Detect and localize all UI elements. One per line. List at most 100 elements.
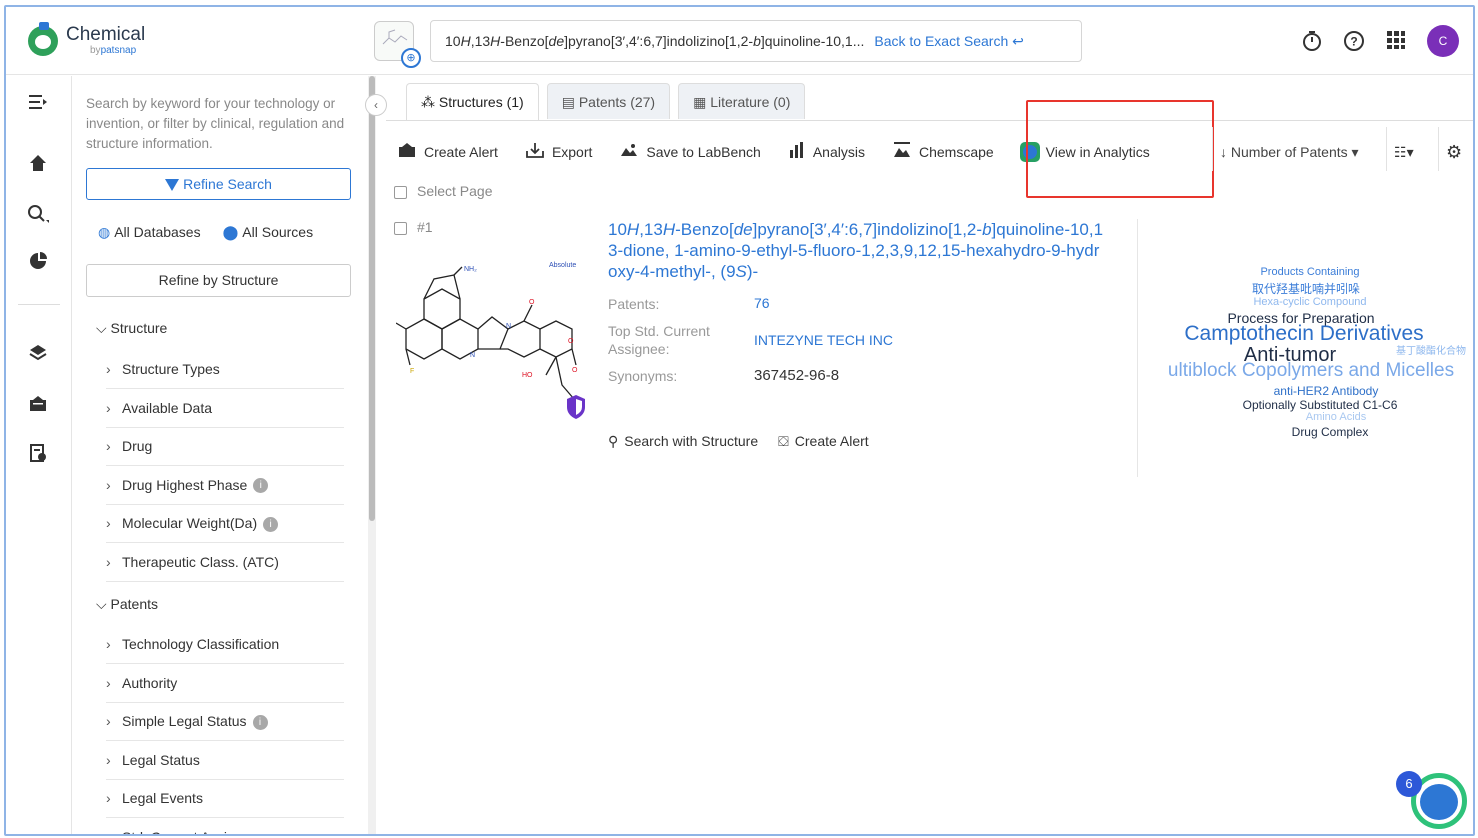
filter-item-label: Std. Current Assignee <box>122 829 258 835</box>
word-cloud-term[interactable]: Amino Acids <box>1306 412 1367 423</box>
filter-item[interactable]: › Simple Legal Status i <box>106 703 344 741</box>
section-patents[interactable]: ⌵ Patents <box>96 596 158 613</box>
word-cloud-term[interactable]: Camptothecin Derivatives <box>1184 323 1423 344</box>
expand-menu-icon[interactable] <box>26 92 50 116</box>
apps-grid-icon[interactable] <box>1385 30 1407 52</box>
all-sources-selector[interactable]: ⬤ All Sources <box>223 224 313 241</box>
globe-icon: ◍ <box>98 224 111 240</box>
settings-gear-icon[interactable]: ⚙ <box>1446 133 1462 171</box>
caret-down-icon: ▾ <box>1406 144 1414 160</box>
sort-select[interactable]: ↓ Number of Patents ▾ <box>1220 133 1359 171</box>
zoom-icon[interactable]: ⊕ <box>401 48 421 68</box>
filter-item[interactable]: › Technology Classification <box>106 626 344 664</box>
tab-patents[interactable]: ▤ Patents (27) <box>546 83 671 119</box>
layers-icon[interactable] <box>26 344 50 368</box>
search-with-structure-button[interactable]: ⚲ Search with Structure <box>608 433 758 450</box>
word-cloud-term[interactable]: Hexa-cyclic Compound <box>1253 297 1366 308</box>
search-icon: ⚲ <box>608 433 619 449</box>
assignee-link[interactable]: INTEZYNE TECH INC <box>754 332 893 348</box>
structure-thumbnail[interactable]: ⊕ <box>374 21 421 68</box>
toolbar-separator <box>1212 127 1213 171</box>
patents-icon: ▤ <box>561 94 579 110</box>
chevron-right-icon: › <box>106 751 111 768</box>
word-cloud-term[interactable]: anti-HER2 Antibody <box>1274 385 1379 397</box>
info-icon[interactable]: i <box>252 714 268 730</box>
filter-scroll-thumb[interactable] <box>369 76 375 521</box>
tab-literature[interactable]: ▦ Literature (0) <box>678 83 806 119</box>
refine-search-button[interactable]: Refine Search <box>86 168 351 200</box>
checkbox[interactable] <box>394 185 407 199</box>
word-cloud-term[interactable]: 取代羟基吡喃并吲哚 <box>1252 283 1360 295</box>
filter-item[interactable]: › Structure Types <box>106 351 344 389</box>
shield-icon[interactable] <box>567 395 585 419</box>
result-row-number[interactable]: #1 <box>394 219 433 235</box>
bar-chart-icon <box>789 142 805 162</box>
word-cloud-term[interactable]: Drug Complex <box>1292 426 1369 438</box>
export-icon <box>526 142 544 162</box>
tab-structures[interactable]: ⁂ Structures (1) <box>406 83 539 121</box>
tab-divider <box>386 120 1473 121</box>
patents-field: Patents: 76 <box>608 295 770 312</box>
alerts-icon[interactable] <box>26 394 50 418</box>
refine-by-structure-button[interactable]: Refine by Structure <box>86 264 351 297</box>
filter-item-label: Structure Types <box>122 361 220 377</box>
alert-icon: ⛋ <box>778 433 789 449</box>
toolbar-separator <box>1386 127 1387 171</box>
reports-icon[interactable] <box>26 444 50 468</box>
filter-item[interactable]: › Drug <box>106 428 344 466</box>
filter-item[interactable]: › Molecular Weight(Da) i <box>106 505 344 543</box>
filter-item[interactable]: › Therapeutic Class. (ATC) <box>106 544 344 582</box>
word-cloud-term[interactable]: Optionally Substituted C1-C6 <box>1243 399 1398 411</box>
filter-item[interactable]: › Available Data <box>106 390 344 428</box>
labbench-icon <box>620 143 638 161</box>
location-pin-icon: ⬤ <box>222 224 239 240</box>
filter-item[interactable]: › Drug Highest Phase i <box>106 467 344 505</box>
create-alert-button[interactable]: Create Alert <box>398 142 498 162</box>
select-page-checkbox[interactable]: Select Page <box>394 183 493 199</box>
section-structure[interactable]: ⌵ Structure <box>96 320 167 337</box>
info-icon[interactable]: i <box>263 516 279 532</box>
filter-item-label: Therapeutic Class. (ATC) <box>122 553 279 570</box>
save-to-labbench-button[interactable]: Save to LabBench <box>620 143 761 161</box>
chemscape-button[interactable]: Chemscape <box>893 142 994 162</box>
help-icon[interactable]: ? <box>1343 30 1365 52</box>
word-cloud-term[interactable]: Products Containing <box>1260 267 1359 278</box>
caret-down-icon: ▾ <box>1351 144 1359 160</box>
filter-item-label: Drug <box>122 438 153 454</box>
user-avatar[interactable]: C <box>1427 25 1459 57</box>
all-databases-selector[interactable]: ◍ All Databases <box>98 224 201 241</box>
filter-item[interactable]: › Std. Current Assignee <box>106 819 344 835</box>
analytics-pie-icon[interactable] <box>26 252 50 276</box>
chevron-right-icon: › <box>106 674 111 691</box>
chevron-right-icon: › <box>106 399 111 416</box>
chevron-right-icon: › <box>106 438 111 454</box>
back-arrow-icon: ↩ <box>1012 32 1024 49</box>
molecule-structure-image[interactable]: NH₂ N N O O O HO F <box>396 257 592 427</box>
notification-badge[interactable]: 6 <box>1396 771 1422 797</box>
app-logo[interactable]: Chemical bypatsnap <box>28 21 146 56</box>
word-cloud-term[interactable]: ultiblock Copolymers and Micelles <box>1168 361 1454 380</box>
search-icon[interactable] <box>26 204 50 228</box>
filter-item-label: Technology Classification <box>122 636 280 652</box>
filter-item[interactable]: › Legal Events <box>106 780 344 818</box>
chevron-right-icon: › <box>106 553 111 570</box>
app-name: Chemical <box>66 24 146 45</box>
row-create-alert-button[interactable]: ⛋ Create Alert <box>778 433 869 450</box>
back-to-exact-search-link[interactable]: Back to Exact Search ↩ <box>874 33 1023 50</box>
atom-label: O <box>568 338 574 345</box>
analysis-button[interactable]: Analysis <box>789 142 865 162</box>
collapse-panel-button[interactable]: ‹ <box>365 94 387 116</box>
compound-title-link[interactable]: 10H,13H-Benzo[de]pyrano[3′,4′:6,7]indoli… <box>608 219 1108 282</box>
row-checkbox[interactable] <box>394 221 407 235</box>
export-button[interactable]: Export <box>526 142 592 162</box>
patents-count-link[interactable]: 76 <box>754 295 770 311</box>
filter-item[interactable]: › Authority <box>106 665 344 703</box>
view-mode-select[interactable]: ☷▾ <box>1394 133 1434 171</box>
chevron-down-icon: ⌵ <box>96 596 107 612</box>
home-icon[interactable] <box>26 154 50 178</box>
word-cloud-term[interactable]: 基丁酸酯化合物 <box>1396 347 1466 357</box>
info-icon[interactable]: i <box>253 478 269 494</box>
filter-item[interactable]: › Legal Status <box>106 742 344 780</box>
timer-icon[interactable] <box>1301 30 1323 52</box>
query-box[interactable]: 10H,13H-Benzo[de]pyrano[3′,4′:6,7]indoli… <box>430 20 1082 62</box>
